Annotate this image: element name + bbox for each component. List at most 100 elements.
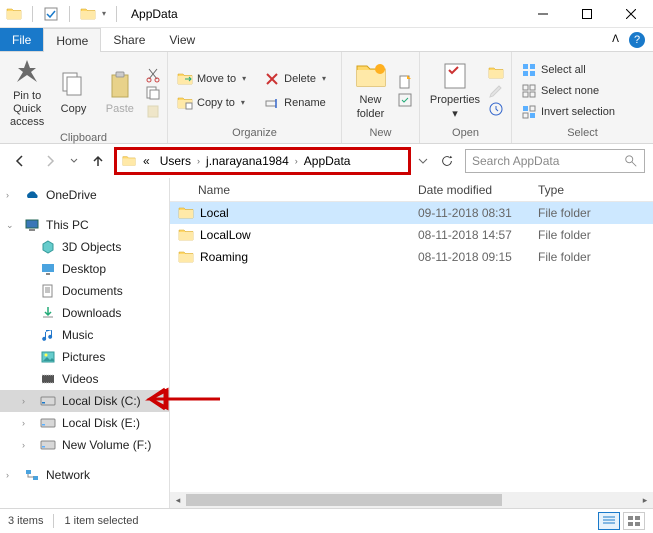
paste-button: Paste [99, 67, 141, 118]
crumb-user[interactable]: j.narayana1984 [202, 154, 293, 168]
rename-button[interactable]: Rename [261, 94, 329, 112]
file-row[interactable]: LocalLow08-11-2018 14:57File folder [170, 224, 653, 246]
move-to-button[interactable]: Move to▾ [174, 70, 249, 88]
ribbon: Pin to Quick access Copy Paste Clipboard… [0, 52, 653, 144]
tree-thispc[interactable]: ⌄This PC [0, 214, 169, 236]
column-headers[interactable]: Name Date modified Type [170, 178, 653, 202]
chevron-down-icon[interactable]: ⌄ [6, 220, 16, 231]
tab-share[interactable]: Share [101, 28, 157, 51]
rename-icon [264, 95, 280, 111]
col-name[interactable]: Name [170, 183, 410, 197]
address-dropdown[interactable] [415, 149, 431, 173]
select-none-button[interactable]: Select none [518, 82, 618, 100]
scroll-right-icon[interactable]: ▸ [637, 492, 653, 508]
horizontal-scrollbar[interactable]: ◂ ▸ [170, 492, 653, 508]
easy-access-icon[interactable] [397, 92, 413, 108]
folder-icon [6, 6, 22, 22]
copy-button[interactable]: Copy [52, 67, 94, 118]
details-view-button[interactable] [598, 512, 620, 530]
close-button[interactable] [609, 0, 653, 28]
tab-file[interactable]: File [0, 28, 43, 51]
crumb-users[interactable]: Users [156, 154, 195, 168]
delete-icon [264, 71, 280, 87]
open-icon[interactable] [488, 65, 504, 81]
help-icon[interactable]: ? [629, 32, 645, 48]
chevron-icon[interactable]: › [22, 440, 32, 450]
disk-icon [40, 437, 56, 453]
refresh-button[interactable] [435, 149, 459, 173]
file-row[interactable]: Local09-11-2018 08:31File folder [170, 202, 653, 224]
folder-icon [178, 205, 194, 221]
maximize-button[interactable] [565, 0, 609, 28]
delete-button[interactable]: Delete▾ [261, 70, 329, 88]
tree-3dobjects[interactable]: 3D Objects [0, 236, 169, 258]
collapse-ribbon-icon[interactable]: ᐱ [612, 34, 619, 45]
file-list[interactable]: Name Date modified Type Local09-11-2018 … [170, 178, 653, 508]
new-folder-button[interactable]: New folder [348, 58, 393, 122]
search-input[interactable]: Search AppData [465, 149, 645, 173]
tab-view[interactable]: View [157, 28, 207, 51]
tree-videos[interactable]: Videos [0, 368, 169, 390]
pictures-icon [40, 349, 56, 365]
file-row[interactable]: Roaming08-11-2018 09:15File folder [170, 246, 653, 268]
chevron-icon[interactable]: › [6, 470, 16, 480]
up-button[interactable] [86, 149, 110, 173]
file-name: LocalLow [200, 228, 251, 242]
file-name: Local [200, 206, 229, 220]
history-icon[interactable] [488, 101, 504, 117]
chevron-icon[interactable]: › [197, 156, 200, 166]
address-bar[interactable]: « Users› j.narayana1984› AppData [116, 149, 409, 173]
chevron-icon[interactable]: › [22, 396, 32, 406]
file-type: File folder [530, 228, 653, 242]
tree-diskc[interactable]: ›Local Disk (C:) [0, 390, 169, 412]
select-all-button[interactable]: Select all [518, 61, 618, 79]
tab-home[interactable]: Home [43, 28, 101, 52]
col-type[interactable]: Type [530, 183, 653, 197]
chevron-icon[interactable]: › [6, 190, 16, 200]
chevron-icon[interactable]: › [295, 156, 298, 166]
tree-downloads[interactable]: Downloads [0, 302, 169, 324]
folder-icon [178, 249, 194, 265]
move-icon [177, 71, 193, 87]
scroll-thumb[interactable] [186, 494, 502, 506]
tree-diske[interactable]: ›Local Disk (E:) [0, 412, 169, 434]
tree-documents[interactable]: Documents [0, 280, 169, 302]
tree-diskf[interactable]: ›New Volume (F:) [0, 434, 169, 456]
paste-shortcut-icon [145, 103, 161, 119]
file-type: File folder [530, 250, 653, 264]
minimize-button[interactable] [521, 0, 565, 28]
pin-quick-access-button[interactable]: Pin to Quick access [6, 54, 48, 132]
folder-icon [178, 227, 194, 243]
icons-view-button[interactable] [623, 512, 645, 530]
qat-dropdown[interactable]: ▾ [102, 9, 106, 18]
copy-to-button[interactable]: Copy to▾ [174, 94, 249, 112]
desktop-icon [40, 261, 56, 277]
invert-selection-button[interactable]: Invert selection [518, 103, 618, 121]
downloads-icon [40, 305, 56, 321]
onedrive-icon [24, 187, 40, 203]
copyto-icon [177, 95, 193, 111]
file-name: Roaming [200, 250, 248, 264]
new-item-icon[interactable] [397, 74, 413, 90]
col-date[interactable]: Date modified [410, 183, 530, 197]
invert-icon [521, 104, 537, 120]
pin-icon [11, 56, 43, 88]
recent-dropdown[interactable] [68, 149, 80, 173]
crumb-prefix[interactable]: « [139, 154, 154, 168]
tree-music[interactable]: Music [0, 324, 169, 346]
tree-pictures[interactable]: Pictures [0, 346, 169, 368]
scroll-left-icon[interactable]: ◂ [170, 492, 186, 508]
pc-icon [24, 217, 40, 233]
tree-desktop[interactable]: Desktop [0, 258, 169, 280]
tree-onedrive[interactable]: ›OneDrive [0, 184, 169, 206]
crumb-appdata[interactable]: AppData [300, 154, 355, 168]
back-button[interactable] [8, 149, 32, 173]
tree-network[interactable]: ›Network [0, 464, 169, 486]
properties-button[interactable]: Properties▾ [426, 58, 484, 122]
music-icon [40, 327, 56, 343]
checkbox-icon[interactable] [43, 6, 59, 22]
cut-icon[interactable] [145, 67, 161, 83]
nav-tree[interactable]: ›OneDrive ⌄This PC 3D Objects Desktop Do… [0, 178, 170, 508]
copy-path-icon[interactable] [145, 85, 161, 101]
chevron-icon[interactable]: › [22, 418, 32, 428]
